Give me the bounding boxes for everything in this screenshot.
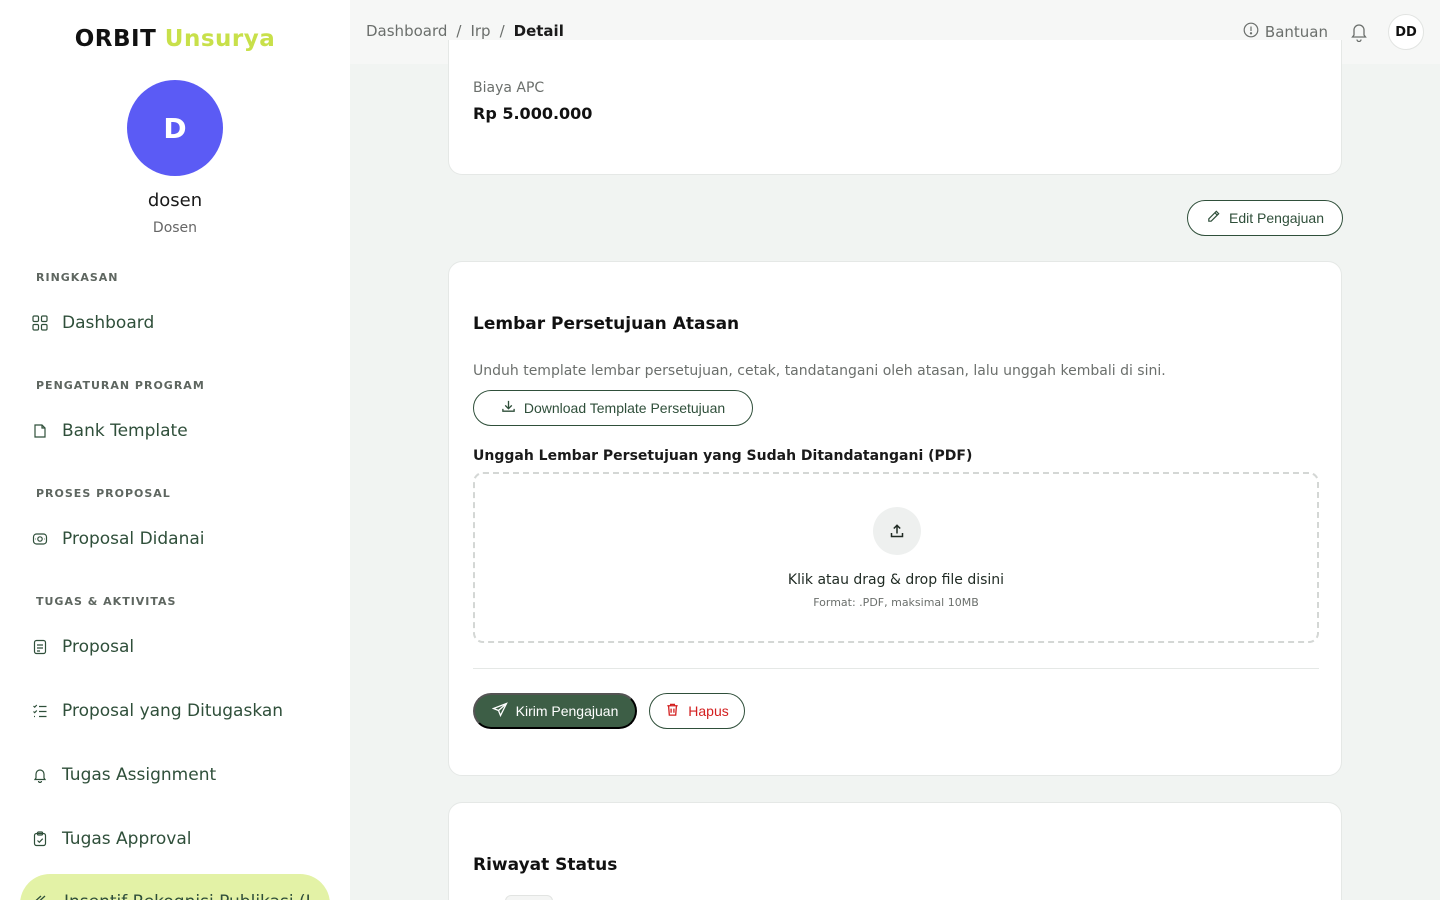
- divider: [473, 668, 1319, 669]
- send-icon: [491, 701, 508, 721]
- pencil-icon: [1206, 209, 1221, 227]
- money-icon: [32, 531, 48, 547]
- apc-label: Biaya APC: [473, 80, 545, 96]
- sidebar-item-label: Tugas Approval: [62, 829, 192, 849]
- dropzone-format-hint: Format: .PDF, maksimal 10MB: [813, 596, 979, 609]
- help-label: Bantuan: [1264, 23, 1328, 41]
- status-history-title: Riwayat Status: [473, 855, 618, 875]
- apc-card: Biaya APC Rp 5.000.000: [448, 40, 1342, 175]
- approval-card: Lembar Persetujuan Atasan Unduh template…: [448, 261, 1342, 776]
- status-history-row: [505, 895, 553, 900]
- section-proses-proposal: PROSES PROPOSAL: [36, 487, 171, 500]
- edit-submission-label: Edit Pengajuan: [1229, 210, 1324, 226]
- submit-label: Kirim Pengajuan: [515, 703, 619, 719]
- reply-icon: [34, 892, 50, 900]
- sidebar-item-label: Proposal: [62, 637, 135, 657]
- sidebar-item-label: Proposal Didanai: [62, 529, 205, 549]
- delete-button[interactable]: Hapus: [649, 693, 745, 729]
- file-icon: [32, 423, 48, 439]
- edit-submission-button[interactable]: Edit Pengajuan: [1187, 200, 1343, 236]
- sidebar-item-label: Tugas Assignment: [62, 765, 217, 785]
- sidebar-item-label: Dashboard: [62, 313, 155, 333]
- upload-icon: [873, 507, 921, 555]
- grid-icon: [32, 315, 48, 331]
- clipboard-check-icon: [32, 831, 48, 847]
- file-dropzone[interactable]: Klik atau drag & drop file disini Format…: [473, 472, 1319, 643]
- submit-button[interactable]: Kirim Pengajuan: [473, 693, 637, 729]
- upload-label: Unggah Lembar Persetujuan yang Sudah Dit…: [473, 448, 973, 464]
- brand-orbit: ORBIT: [74, 26, 157, 52]
- sidebar-item-proposal[interactable]: Proposal: [32, 637, 134, 657]
- sidebar-item-tugas-approval[interactable]: Tugas Approval: [32, 829, 191, 849]
- apc-value: Rp 5.000.000: [473, 104, 593, 123]
- approval-description: Unduh template lembar persetujuan, cetak…: [473, 363, 1166, 379]
- sidebar-item-bank-template[interactable]: Bank Template: [32, 421, 188, 441]
- sidebar-item-label: Bank Template: [62, 421, 188, 441]
- approval-title: Lembar Persetujuan Atasan: [473, 314, 740, 334]
- breadcrumb-dashboard[interactable]: Dashboard: [366, 22, 447, 40]
- brand-unsurya: Unsurya: [164, 26, 276, 52]
- user-avatar-small[interactable]: DD: [1388, 14, 1424, 50]
- status-history-card: Riwayat Status: [448, 802, 1342, 900]
- sidebar-item-insentif-active[interactable]: Insentif Rekognisi Publikasi (I: [20, 874, 330, 900]
- sidebar-item-label: Insentif Rekognisi Publikasi (I: [64, 892, 311, 900]
- breadcrumb: Dashboard / Irp / Detail: [366, 22, 564, 40]
- section-ringkasan: RINGKASAN: [36, 271, 119, 284]
- section-tugas-aktivitas: TUGAS & AKTIVITAS: [36, 595, 177, 608]
- breadcrumb-separator: /: [499, 22, 505, 40]
- download-icon: [501, 399, 516, 417]
- brand-logo[interactable]: ORBIT Unsurya: [0, 26, 350, 52]
- help-link[interactable]: Bantuan: [1243, 22, 1328, 42]
- download-template-button[interactable]: Download Template Persetujuan: [473, 390, 753, 426]
- bell-icon: [32, 767, 48, 783]
- section-pengaturan-program: PENGATURAN PROGRAM: [36, 379, 205, 392]
- sidebar-item-proposal-ditugaskan[interactable]: Proposal yang Ditugaskan: [32, 701, 283, 721]
- breadcrumb-irp[interactable]: Irp: [470, 22, 490, 40]
- trash-icon: [665, 702, 680, 720]
- dropzone-main-text: Klik atau drag & drop file disini: [787, 572, 1005, 588]
- document-icon: [32, 639, 48, 655]
- download-template-label: Download Template Persetujuan: [523, 400, 726, 416]
- user-role: Dosen: [152, 220, 198, 236]
- sidebar-item-dashboard[interactable]: Dashboard: [32, 313, 154, 333]
- sidebar-item-label: Proposal yang Ditugaskan: [62, 701, 284, 721]
- breadcrumb-detail: Detail: [513, 22, 564, 40]
- breadcrumb-separator: /: [456, 22, 462, 40]
- info-icon: [1243, 22, 1259, 42]
- sidebar-item-proposal-didanai[interactable]: Proposal Didanai: [32, 529, 205, 549]
- user-name: dosen: [147, 190, 203, 211]
- sidebar-item-tugas-assignment[interactable]: Tugas Assignment: [32, 765, 216, 785]
- user-avatar: D: [127, 80, 223, 176]
- notification-bell-icon[interactable]: [1350, 22, 1368, 46]
- sidebar: ORBIT Unsurya D dosen Dosen RINGKASAN Da…: [0, 0, 350, 900]
- delete-label: Hapus: [688, 703, 729, 719]
- checklist-icon: [32, 703, 48, 719]
